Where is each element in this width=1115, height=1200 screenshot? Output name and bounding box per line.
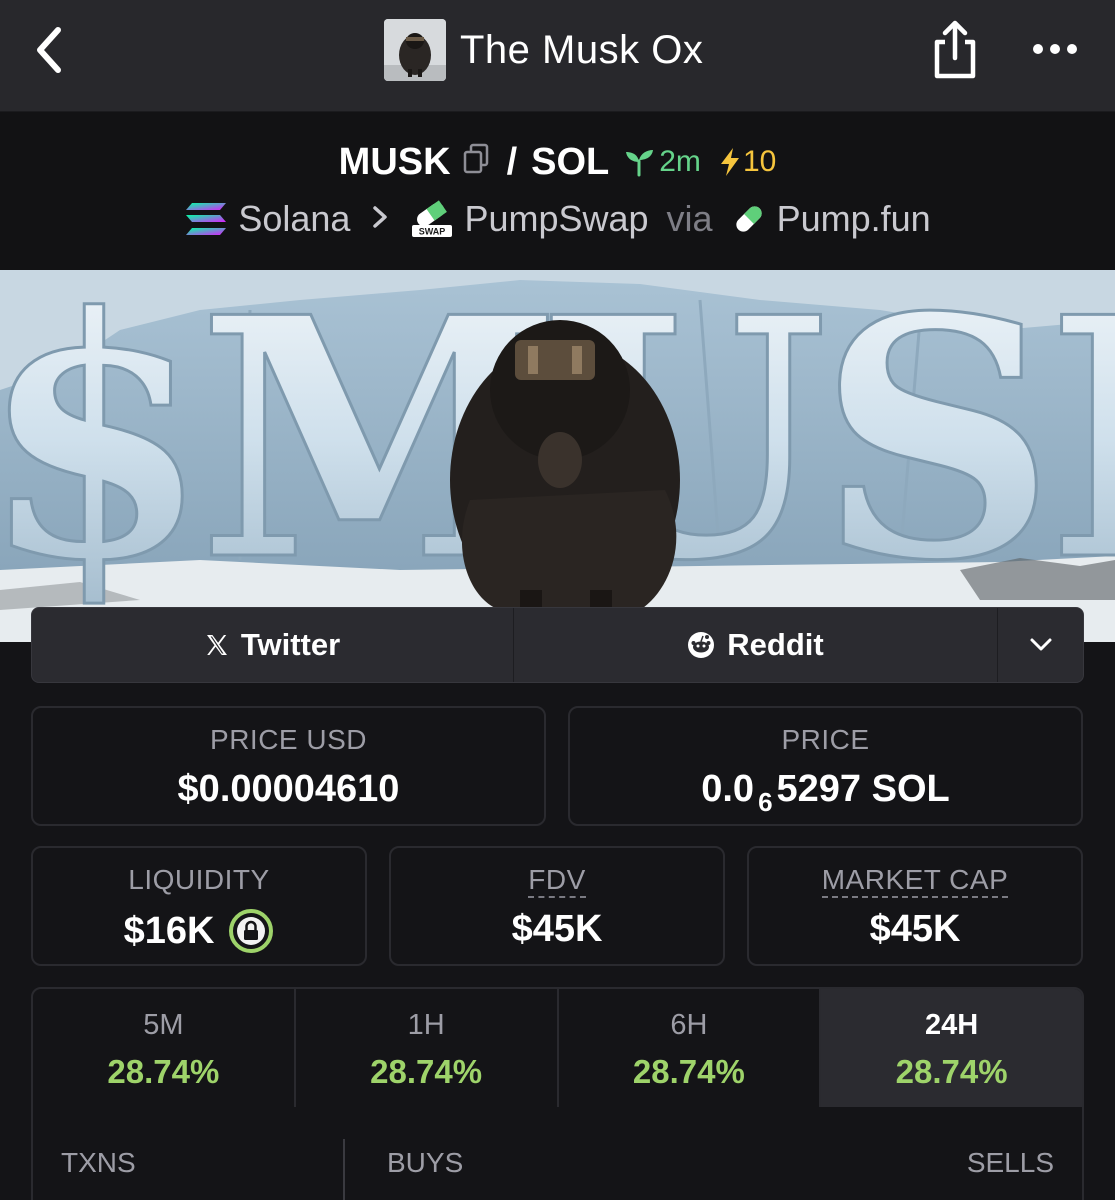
- price-usd-text: $0.00004610: [177, 768, 400, 810]
- transactions-summary: TXNS BUYS SELLS: [31, 1107, 1084, 1200]
- launchpad-link[interactable]: Pump.fun: [731, 198, 931, 240]
- swap-badge-text: SWAP: [419, 227, 446, 237]
- pair-title-row: MUSK / SOL 2m 10: [0, 138, 1115, 186]
- tab-24h-change: 28.74%: [895, 1053, 1008, 1090]
- txns-label: TXNS: [61, 1147, 136, 1178]
- chevron-down-icon: [1030, 638, 1051, 651]
- social-links-bar: Twitter Reddit: [31, 607, 1084, 683]
- boost-count-value: 10: [742, 145, 777, 178]
- base-symbol: MUSK: [338, 140, 451, 183]
- fdv-box[interactable]: FDV $45K: [389, 846, 725, 966]
- price-usd-box: PRICE USD $0.00004610: [31, 706, 546, 826]
- price-native-box: PRICE 0.0 6 5297 SOL: [568, 706, 1083, 826]
- tab-5m[interactable]: 5M 28.74%: [33, 989, 296, 1107]
- pair-source-row: Solana SWAP PumpSwap via Pump.fun: [0, 194, 1115, 244]
- reddit-icon: [688, 632, 715, 658]
- top-nav-bar: The Musk Ox: [0, 0, 1115, 112]
- tab-5m-change: 28.74%: [107, 1053, 220, 1090]
- pill-icon: [735, 206, 762, 232]
- token-banner-image: $M USK: [0, 270, 1115, 642]
- sells-label: SELLS: [966, 1147, 1054, 1178]
- pair-age: 2m: [623, 145, 701, 179]
- buys-label: BUYS: [387, 1147, 464, 1178]
- price-native-prefix: 0.0: [701, 768, 755, 810]
- tab-1h-change: 28.74%: [370, 1053, 483, 1090]
- fdv-label-text: FDV: [528, 864, 586, 898]
- tab-6h-change: 28.74%: [632, 1053, 745, 1090]
- page-title-group: The Musk Ox: [384, 18, 703, 82]
- tab-24h-label: 24H: [925, 1009, 979, 1041]
- seedling-icon: [626, 150, 654, 177]
- dex-link[interactable]: SWAP PumpSwap: [410, 198, 649, 240]
- copy-icon: [463, 143, 488, 173]
- more-horizontal-icon: [1033, 44, 1077, 54]
- txns-divider: [343, 1139, 345, 1200]
- chevron-right-icon: [370, 201, 390, 238]
- twitter-button[interactable]: Twitter: [32, 608, 514, 682]
- tab-1h-label: 1H: [407, 1009, 445, 1041]
- token-avatar: [384, 19, 446, 81]
- token-pair-screen: The Musk Ox MUSK / SOL 2m 10 Solana SWAP…: [0, 0, 1115, 1200]
- lock-icon[interactable]: [228, 908, 274, 954]
- tab-5m-label: 5M: [143, 1009, 184, 1041]
- chevron-left-icon: [37, 27, 61, 73]
- pair-header: MUSK / SOL 2m 10 Solana SWAP PumpSwap vi…: [0, 112, 1115, 270]
- twitter-label: Twitter: [240, 627, 341, 662]
- market-cap-label: MARKET CAP: [749, 864, 1081, 898]
- price-native-label: PRICE: [781, 724, 870, 755]
- page-title: The Musk Ox: [460, 27, 704, 72]
- price-native-suffix: 5297 SOL: [776, 768, 950, 810]
- price-change-tabs: 5M 28.74% 1H 28.74% 6H 28.74% 24H 28.74%: [31, 987, 1084, 1109]
- market-cap-label-text: MARKET CAP: [821, 864, 1009, 898]
- price-native-zero-count: 6: [758, 787, 773, 817]
- pair-age-value: 2m: [659, 145, 701, 178]
- quote-symbol: SOL: [531, 140, 610, 183]
- liquidity-text: $16K: [123, 909, 215, 952]
- chain-link[interactable]: Solana: [184, 198, 350, 240]
- pair-separator: /: [506, 140, 518, 183]
- price-native-value: 0.0 6 5297 SOL: [570, 768, 1081, 817]
- tab-1h[interactable]: 1H 28.74%: [296, 989, 559, 1107]
- bolt-icon: [720, 148, 739, 176]
- share-icon: [934, 20, 976, 79]
- tab-6h-label: 6H: [670, 1009, 708, 1041]
- tab-24h[interactable]: 24H 28.74%: [821, 989, 1082, 1107]
- dex-name: PumpSwap: [464, 198, 649, 239]
- price-usd-label: PRICE USD: [210, 724, 367, 755]
- reddit-button[interactable]: Reddit: [514, 608, 998, 682]
- market-cap-value: $45K: [869, 908, 961, 950]
- fdv-value: $45K: [511, 908, 603, 950]
- more-options-button[interactable]: [1030, 36, 1080, 62]
- liquidity-value: $16K: [33, 908, 365, 954]
- pumpswap-icon: SWAP: [412, 200, 453, 237]
- share-button[interactable]: [928, 18, 982, 82]
- liquidity-box: LIQUIDITY $16K: [31, 846, 367, 966]
- copy-address-button[interactable]: [461, 141, 491, 184]
- reddit-label: Reddit: [727, 627, 824, 662]
- market-cap-box[interactable]: MARKET CAP $45K: [747, 846, 1083, 966]
- via-label: via: [666, 198, 713, 239]
- chain-name: Solana: [238, 198, 351, 239]
- liquidity-label: LIQUIDITY: [128, 864, 270, 895]
- boost-count[interactable]: 10: [719, 145, 776, 179]
- x-logo-icon: [206, 635, 227, 655]
- launchpad-name: Pump.fun: [776, 198, 931, 239]
- socials-expand-button[interactable]: [998, 608, 1083, 682]
- fdv-label: FDV: [391, 864, 723, 898]
- solana-icon: [186, 203, 227, 235]
- price-usd-value: $0.00004610: [33, 768, 544, 811]
- tab-6h[interactable]: 6H 28.74%: [559, 989, 822, 1107]
- back-button[interactable]: [28, 22, 76, 78]
